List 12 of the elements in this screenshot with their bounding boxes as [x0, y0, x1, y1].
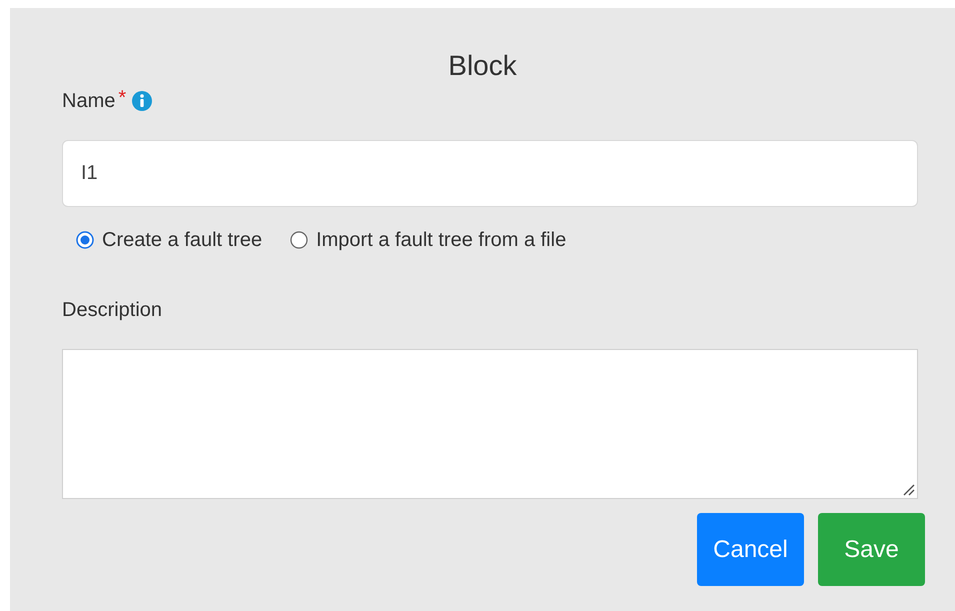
radio-option[interactable]: Create a fault tree [76, 225, 262, 255]
required-mark: * [118, 86, 126, 111]
radio-option[interactable]: Import a fault tree from a file [290, 225, 566, 255]
field-label: Description [62, 299, 162, 321]
field-label: Name [62, 89, 116, 114]
dialog-title: Block [448, 49, 517, 83]
radio-button[interactable] [290, 231, 308, 249]
radio-button[interactable] [76, 231, 94, 249]
info-icon[interactable] [131, 90, 154, 112]
name-input-field[interactable]: I1 [62, 140, 918, 207]
resize-handle-icon[interactable] [901, 482, 915, 496]
cancel-button[interactable]: Cancel [697, 513, 804, 586]
